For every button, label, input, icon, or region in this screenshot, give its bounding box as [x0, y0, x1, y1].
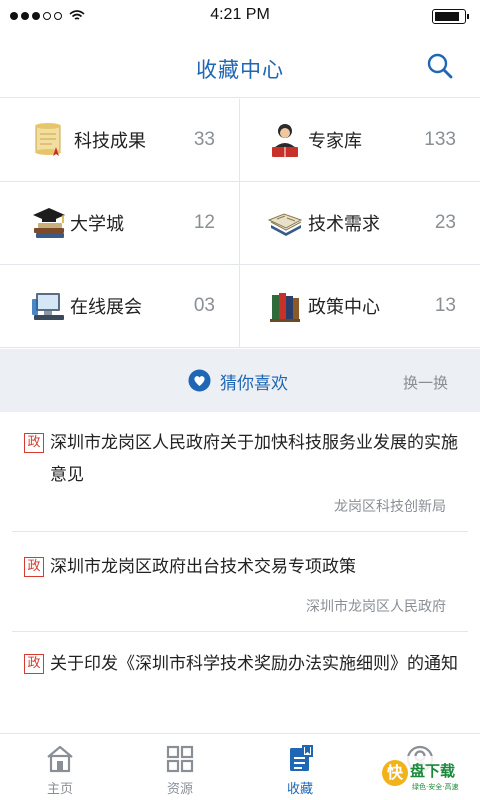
watermark-logo-char: 快: [382, 760, 408, 786]
tab-label: 资源: [166, 782, 193, 797]
category-count: 33: [193, 129, 215, 150]
category-item-expert-library[interactable]: 专家库 133: [240, 99, 480, 182]
battery-icon: [432, 8, 469, 24]
news-source: 深圳市龙岗区人民政府: [306, 599, 446, 615]
tab-favorites[interactable]: 收藏: [240, 734, 360, 800]
news-source: 龙岗区科技创新局: [334, 499, 446, 515]
scroll-icon: [35, 123, 61, 156]
refresh-button[interactable]: 换一换: [403, 372, 448, 393]
search-button[interactable]: [426, 52, 454, 80]
watermark-sub: 绿色·安全·高速: [412, 783, 459, 791]
category-count: 12: [193, 212, 215, 233]
category-label: 大学城: [70, 214, 124, 235]
status-time: 4:21 PM: [210, 6, 270, 23]
list-item[interactable]: 政 深圳市龙岗区人民政府关于加快科技服务业发展的实施意见 龙岗区科技创新局: [12, 412, 468, 532]
category-label: 专家库: [308, 131, 362, 152]
category-label: 在线展会: [70, 297, 142, 318]
graduation-cap-icon: [33, 208, 65, 238]
heart-icon: [188, 369, 211, 392]
category-count: 23: [434, 212, 456, 233]
books-icon: [270, 293, 300, 322]
recommend-title: 猜你喜欢: [220, 374, 288, 394]
news-title: 深圳市龙岗区政府出台技术交易专项政策: [50, 557, 356, 577]
watermark-text: 盘下载: [410, 762, 456, 780]
category-item-tech-achievements[interactable]: 科技成果 33: [0, 99, 240, 182]
category-grid: 科技成果 33 专家库 133 大学城 12 技术需求 23 在线展会 03 政…: [0, 99, 480, 348]
grid-icon: [166, 745, 194, 773]
tab-label: 主页: [46, 782, 73, 797]
news-list: 政 深圳市龙岗区人民政府关于加快科技服务业发展的实施意见 龙岗区科技创新局 政 …: [0, 412, 480, 742]
list-item[interactable]: 政 关于印发《深圳市科学技术奖励办法实施细则》的通知: [12, 632, 468, 742]
category-item-online-exhibition[interactable]: 在线展会 03: [0, 265, 240, 348]
computer-icon: [32, 293, 64, 320]
category-item-policy-center[interactable]: 政策中心 13: [240, 265, 480, 348]
expert-icon: [272, 124, 298, 157]
category-label: 政策中心: [308, 297, 380, 318]
page-title: 收藏中心: [196, 58, 284, 82]
watermark-logo: 快 盘下载 绿色·安全·高速: [380, 756, 476, 796]
favorite-list-icon: [290, 745, 313, 771]
news-title: 关于印发《深圳市科学技术奖励办法实施细则》的通知: [50, 654, 458, 674]
tab-label: 收藏: [286, 782, 313, 797]
tab-resources[interactable]: 资源: [120, 734, 240, 800]
policy-tag: 政: [24, 654, 44, 674]
status-bar: 4:21 PM: [0, 0, 480, 32]
recommend-bar: 猜你喜欢 换一换: [0, 349, 480, 412]
category-count: 133: [424, 129, 456, 150]
category-count: 13: [434, 295, 456, 316]
category-label: 技术需求: [308, 214, 380, 235]
policy-tag: 政: [24, 557, 44, 577]
header: 收藏中心: [0, 32, 480, 98]
category-item-tech-demand[interactable]: 技术需求 23: [240, 182, 480, 265]
news-title: 深圳市龙岗区人民政府关于加快科技服务业发展的实施意见: [50, 433, 458, 485]
battery-level: [435, 11, 459, 21]
category-count: 03: [193, 295, 215, 316]
policy-tag: 政: [24, 433, 44, 453]
open-book-icon: [267, 213, 303, 236]
home-icon: [47, 745, 73, 773]
list-item[interactable]: 政 深圳市龙岗区政府出台技术交易专项政策 深圳市龙岗区人民政府: [12, 532, 468, 632]
category-label: 科技成果: [74, 131, 146, 152]
search-icon: [427, 53, 453, 79]
category-item-university-town[interactable]: 大学城 12: [0, 182, 240, 265]
tab-home[interactable]: 主页: [0, 734, 120, 800]
